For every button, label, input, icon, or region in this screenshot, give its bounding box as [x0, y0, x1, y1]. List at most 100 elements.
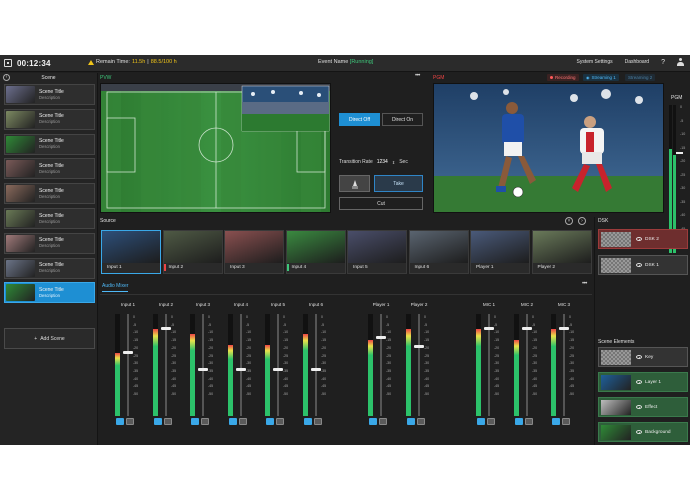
- channel-settings-button[interactable]: [525, 418, 533, 425]
- streaming-1-status[interactable]: ◉ Streaming 1: [583, 74, 619, 81]
- channel-mute-button[interactable]: [515, 418, 523, 425]
- eye-icon[interactable]: [636, 263, 642, 267]
- streaming-2-status[interactable]: Streaming 2: [625, 74, 656, 81]
- direct-off-button[interactable]: Direct Off: [339, 113, 380, 126]
- channel-settings-button[interactable]: [417, 418, 425, 425]
- channel-fader-knob[interactable]: [273, 368, 283, 372]
- channel-settings-button[interactable]: [164, 418, 172, 425]
- audio-scale-tick: -45: [133, 384, 139, 389]
- channel-mute-button[interactable]: [116, 418, 124, 425]
- channel-settings-button[interactable]: [487, 418, 495, 425]
- channel-mute-button[interactable]: [407, 418, 415, 425]
- scene-item[interactable]: Scene Title Description: [4, 133, 95, 155]
- channel-mute-button[interactable]: [477, 418, 485, 425]
- recording-status[interactable]: Recording: [547, 74, 579, 81]
- scene-item[interactable]: Scene Title Description: [4, 108, 95, 130]
- channel-mute-button[interactable]: [154, 418, 162, 425]
- direct-on-button[interactable]: Direct On: [382, 113, 423, 126]
- eye-icon[interactable]: [636, 405, 642, 409]
- source-item[interactable]: Input 3: [224, 230, 284, 274]
- source-label-text: Player 1: [476, 265, 494, 270]
- audio-scale-tick: -20: [569, 345, 575, 350]
- channel-mute-button[interactable]: [304, 418, 312, 425]
- channel-settings-button[interactable]: [379, 418, 387, 425]
- program-monitor[interactable]: [433, 83, 664, 213]
- channel-mute-button[interactable]: [552, 418, 560, 425]
- channel-settings-button[interactable]: [126, 418, 134, 425]
- channel-settings-button[interactable]: [201, 418, 209, 425]
- scene-item[interactable]: Scene Title Description: [4, 232, 95, 254]
- channel-fader-knob[interactable]: [161, 327, 171, 331]
- scene-item[interactable]: Scene Title Description: [4, 257, 95, 279]
- dsk-item[interactable]: DSK 1: [598, 255, 688, 275]
- source-item[interactable]: Input 6: [408, 230, 469, 274]
- scene-thumbnail: [6, 86, 35, 103]
- channel-settings-button[interactable]: [239, 418, 247, 425]
- eye-icon[interactable]: [636, 430, 642, 434]
- scene-element-item[interactable]: Key: [598, 347, 688, 367]
- audio-scale-tick: -30: [569, 361, 575, 366]
- channel-settings-button[interactable]: [314, 418, 322, 425]
- eye-icon[interactable]: [636, 237, 642, 241]
- add-scene-button[interactable]: + Add Scene: [4, 328, 95, 349]
- channel-mute-button[interactable]: [191, 418, 199, 425]
- channel-level-fill: [190, 334, 195, 416]
- source-next-icon[interactable]: ›: [578, 217, 586, 225]
- channel-fader-track: [240, 314, 242, 416]
- scene-item[interactable]: Scene Title Description: [4, 282, 95, 304]
- scene-item[interactable]: Scene Title Description: [4, 158, 95, 180]
- audio-mixer-more-icon[interactable]: •••: [582, 281, 587, 287]
- channel-fader-knob[interactable]: [484, 327, 494, 331]
- help-icon[interactable]: ?: [661, 59, 665, 66]
- channel-fader-knob[interactable]: [522, 327, 532, 331]
- dsk-thumbnail: [601, 257, 631, 273]
- cut-button[interactable]: Cut: [339, 197, 423, 210]
- rate-stepper-icon[interactable]: ⇕: [392, 160, 395, 165]
- audio-scale-tick: -25: [171, 353, 177, 358]
- source-item[interactable]: Input 5: [347, 230, 407, 274]
- source-item[interactable]: Input 2: [162, 230, 223, 274]
- channel-name: Player 1: [372, 302, 390, 307]
- eye-icon[interactable]: [636, 380, 642, 384]
- transition-rate-input[interactable]: 1234: [377, 159, 388, 165]
- audio-scale-tick: -45: [424, 384, 430, 389]
- source-item[interactable]: Input 4: [285, 230, 346, 274]
- channel-mute-button[interactable]: [229, 418, 237, 425]
- source-collapse-icon[interactable]: ˅: [565, 217, 573, 225]
- channel-settings-button[interactable]: [276, 418, 284, 425]
- audio-scale-tick: -20: [246, 345, 252, 350]
- scene-item[interactable]: Scene Title Description: [4, 208, 95, 229]
- user-icon[interactable]: [677, 58, 684, 66]
- source-item[interactable]: Player 1: [470, 230, 530, 274]
- eye-icon[interactable]: [636, 355, 642, 359]
- channel-level-meter: [115, 314, 120, 416]
- preview-more-icon[interactable]: •••: [415, 73, 420, 79]
- dsk-item[interactable]: DSK 2: [598, 229, 688, 249]
- channel-mute-button[interactable]: [266, 418, 274, 425]
- channel-mute-button[interactable]: [369, 418, 377, 425]
- source-item[interactable]: Input 1: [101, 230, 161, 274]
- preview-monitor[interactable]: [100, 83, 331, 213]
- channel-fader-knob[interactable]: [123, 350, 133, 354]
- take-button[interactable]: Take: [374, 175, 423, 192]
- source-item[interactable]: Player 2: [531, 230, 592, 274]
- collapse-left-icon[interactable]: ‹: [3, 74, 10, 81]
- channel-fader-knob[interactable]: [311, 368, 321, 372]
- channel-fader-knob[interactable]: [198, 368, 208, 372]
- channel-fader-knob[interactable]: [559, 327, 569, 331]
- transition-effect-thumb[interactable]: [339, 175, 370, 192]
- channel-settings-button[interactable]: [562, 418, 570, 425]
- system-settings-link[interactable]: System Settings: [576, 59, 612, 65]
- scene-element-item[interactable]: Background: [598, 422, 688, 442]
- dashboard-link[interactable]: Dashboard: [625, 59, 649, 65]
- scene-item[interactable]: Scene Title Description: [4, 183, 95, 205]
- scene-item[interactable]: Scene Title Description: [4, 84, 95, 105]
- audio-scale-tick: -10: [321, 330, 327, 335]
- channel-fader-knob[interactable]: [376, 336, 386, 340]
- scene-element-item[interactable]: Effect: [598, 397, 688, 417]
- pgm-fader-knob[interactable]: [676, 152, 683, 154]
- audio-mixer-tab[interactable]: Audio Mixer: [102, 283, 129, 292]
- channel-fader-knob[interactable]: [236, 368, 246, 372]
- scene-element-item[interactable]: Layer 1: [598, 372, 688, 392]
- channel-fader-knob[interactable]: [414, 344, 424, 348]
